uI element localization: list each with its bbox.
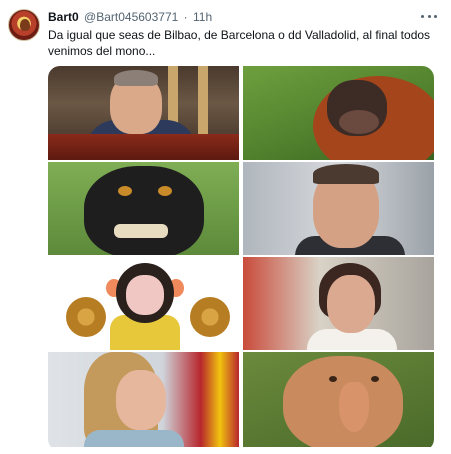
more-dots-icon[interactable] [421, 10, 437, 22]
dot [434, 14, 437, 18]
user-handle[interactable]: @Bart045603771 [84, 10, 178, 24]
hair [313, 164, 379, 184]
face [327, 275, 375, 333]
monkey-eye [329, 376, 337, 382]
macaque-head [84, 166, 204, 255]
macaque-eye [118, 186, 132, 196]
photo-orangutan[interactable] [243, 66, 434, 160]
photo-mayor[interactable] [243, 162, 434, 255]
bench [48, 134, 239, 160]
macaque-eye [158, 186, 172, 196]
dot [421, 14, 424, 18]
tweet: Bart0 @Bart045603771 · 11h Da igual que … [0, 0, 451, 454]
cymbal [66, 297, 106, 337]
photo-politician-parliament[interactable] [48, 66, 239, 160]
photo-woman-red-background[interactable] [243, 257, 434, 350]
avatar[interactable] [8, 9, 40, 41]
face [116, 370, 166, 430]
photo-macaque[interactable] [48, 162, 239, 255]
photo-cymbal-monkey-toy[interactable] [48, 257, 239, 350]
macaque-teeth [114, 224, 168, 238]
separator: · [183, 10, 188, 24]
photo-woman-flag[interactable] [48, 352, 239, 447]
tweet-text: Da igual que seas de Bilbao, de Barcelon… [48, 28, 431, 58]
display-name[interactable]: Bart0 [48, 10, 79, 24]
dot [427, 14, 431, 18]
pillar [198, 66, 208, 136]
hair [114, 70, 158, 86]
toy-face [126, 275, 164, 315]
orangutan-muzzle [339, 110, 379, 134]
monkey-eye [371, 376, 379, 382]
timestamp[interactable]: 11h [193, 10, 212, 24]
shirt [84, 430, 184, 447]
cymbal [190, 297, 230, 337]
media-grid [48, 66, 434, 451]
photo-proboscis-monkey[interactable] [243, 352, 434, 447]
monkey-nose [339, 382, 369, 432]
tweet-header: Bart0 @Bart045603771 · 11h [48, 9, 212, 25]
